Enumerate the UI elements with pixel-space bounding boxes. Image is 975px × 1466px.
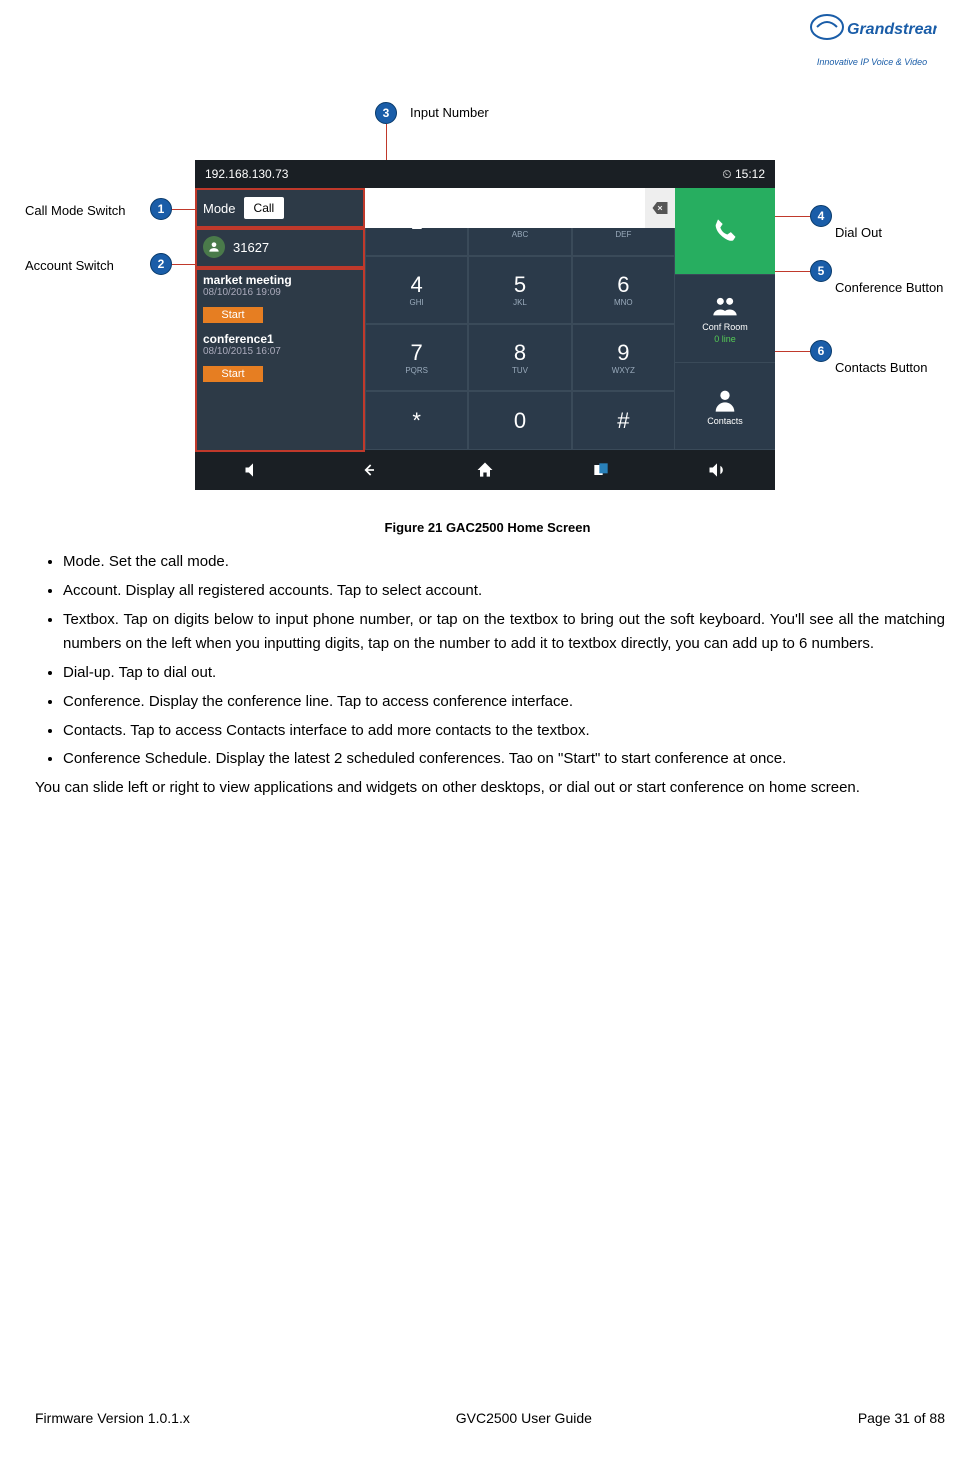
home-icon[interactable] xyxy=(475,460,495,480)
confroom-sub: 0 line xyxy=(714,334,736,344)
key-6[interactable]: 6MNO xyxy=(572,256,675,324)
callout-line xyxy=(775,216,810,217)
conference-button[interactable]: Conf Room 0 line xyxy=(675,275,775,362)
highlight-schedule xyxy=(195,268,365,452)
volume-down-icon[interactable] xyxy=(243,460,263,480)
dial-button[interactable] xyxy=(675,188,775,275)
group-icon xyxy=(711,292,739,320)
svg-text:Grandstream: Grandstream xyxy=(847,21,937,38)
brand-tagline: Innovative IP Voice & Video xyxy=(797,57,947,67)
footer-center: GVC2500 User Guide xyxy=(456,1410,592,1426)
key-5[interactable]: 5JKL xyxy=(468,256,571,324)
callout-badge-3: 3 xyxy=(375,102,397,124)
figure-caption: Figure 21 GAC2500 Home Screen xyxy=(0,520,975,535)
callout-label-6: Contacts Button xyxy=(835,360,928,375)
bullet-1: Mode. Set the call mode. xyxy=(63,550,945,575)
page-footer: Firmware Version 1.0.1.x GVC2500 User Gu… xyxy=(35,1410,945,1426)
bullet-5: Conference. Display the conference line.… xyxy=(63,690,945,715)
key-0[interactable]: 0 xyxy=(468,391,571,450)
backspace-button[interactable] xyxy=(645,188,675,228)
number-input[interactable] xyxy=(365,188,645,228)
backspace-icon xyxy=(651,199,669,217)
callout-line xyxy=(775,271,810,272)
closing-paragraph: You can slide left or right to view appl… xyxy=(35,776,945,801)
highlight-mode xyxy=(195,188,365,228)
bullet-7: Conference Schedule. Display the latest … xyxy=(63,747,945,772)
callout-badge-5: 5 xyxy=(810,260,832,282)
callout-badge-2: 2 xyxy=(150,253,172,275)
callout-badge-1: 1 xyxy=(150,198,172,220)
key-7[interactable]: 7PQRS xyxy=(365,324,468,392)
person-icon xyxy=(711,386,739,414)
back-icon[interactable] xyxy=(359,460,379,480)
bullet-2: Account. Display all registered accounts… xyxy=(63,579,945,604)
body-text: Mode. Set the call mode. Account. Displa… xyxy=(35,550,945,801)
volume-up-icon[interactable] xyxy=(707,460,727,480)
key-9[interactable]: 9WXYZ xyxy=(572,324,675,392)
callout-label-1: Call Mode Switch xyxy=(25,203,125,218)
bullet-4: Dial-up. Tap to dial out. xyxy=(63,661,945,686)
contacts-button[interactable]: Contacts xyxy=(675,363,775,450)
bullet-3: Textbox. Tap on digits below to input ph… xyxy=(63,608,945,658)
key-8[interactable]: 8TUV xyxy=(468,324,571,392)
confroom-label: Conf Room xyxy=(702,322,748,332)
brand-logo: Grandstream Innovative IP Voice & Video xyxy=(797,12,947,67)
annotated-screenshot-diagram: Call Mode Switch 1 Account Switch 2 3 In… xyxy=(55,90,915,500)
status-bar: 192.168.130.73 ⏲ 15:12 xyxy=(195,160,775,188)
key-4[interactable]: 4GHI xyxy=(365,256,468,324)
nav-bar xyxy=(195,450,775,490)
callout-label-3: Input Number xyxy=(410,105,489,120)
device-screenshot: 192.168.130.73 ⏲ 15:12 Mode Call 31627 m… xyxy=(195,160,775,490)
callout-badge-6: 6 xyxy=(810,340,832,362)
bullet-6: Contacts. Tap to access Contacts interfa… xyxy=(63,719,945,744)
ip-address: 192.168.130.73 xyxy=(205,167,288,181)
key-hash[interactable]: # xyxy=(572,391,675,450)
highlight-account xyxy=(195,228,365,268)
recent-icon[interactable] xyxy=(591,460,611,480)
callout-label-2: Account Switch xyxy=(25,258,114,273)
callout-line xyxy=(775,351,810,352)
phone-icon xyxy=(711,217,739,245)
clock: ⏲ 15:12 xyxy=(722,167,765,182)
footer-left: Firmware Version 1.0.1.x xyxy=(35,1410,190,1426)
callout-label-5: Conference Button xyxy=(835,280,943,295)
callout-label-4: Dial Out xyxy=(835,225,882,240)
right-panel: Conf Room 0 line Contacts xyxy=(675,188,775,450)
callout-badge-4: 4 xyxy=(810,205,832,227)
contacts-label: Contacts xyxy=(707,416,743,426)
footer-right: Page 31 of 88 xyxy=(858,1410,945,1426)
grandstream-logo-icon: Grandstream xyxy=(807,12,937,52)
key-star[interactable]: * xyxy=(365,391,468,450)
